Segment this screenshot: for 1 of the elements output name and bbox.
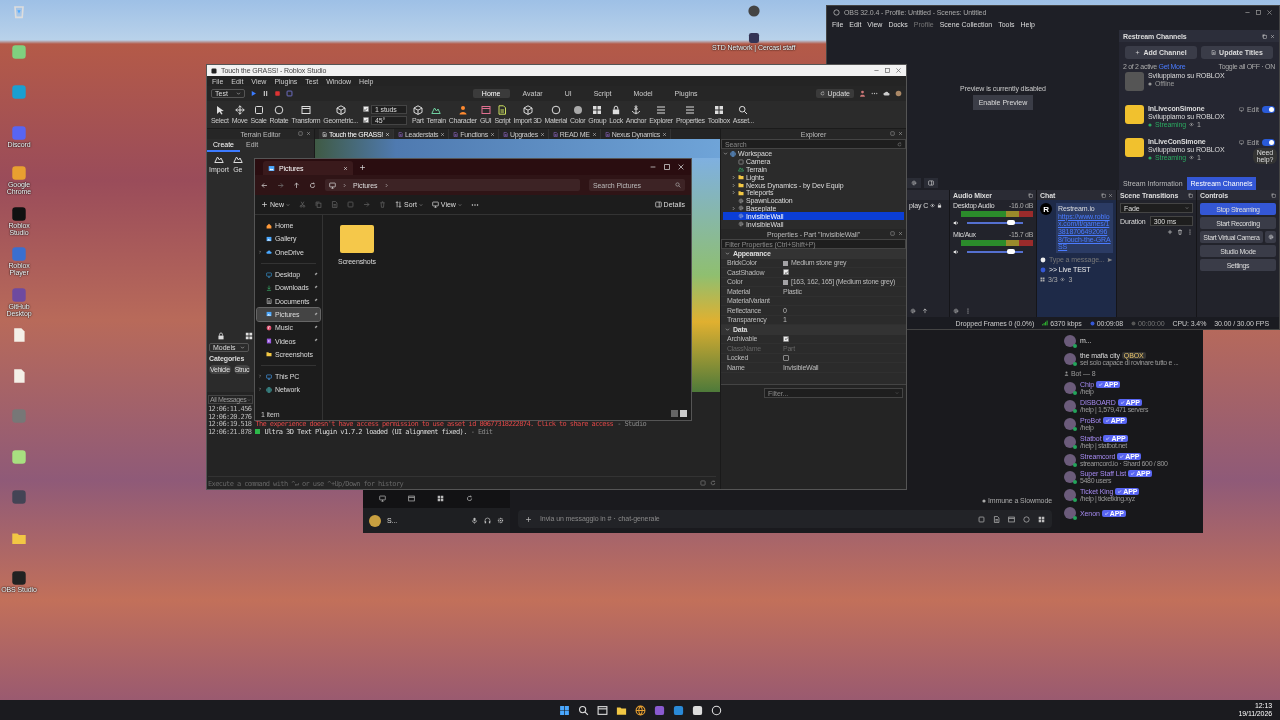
avatar-icon: R	[1040, 203, 1052, 215]
